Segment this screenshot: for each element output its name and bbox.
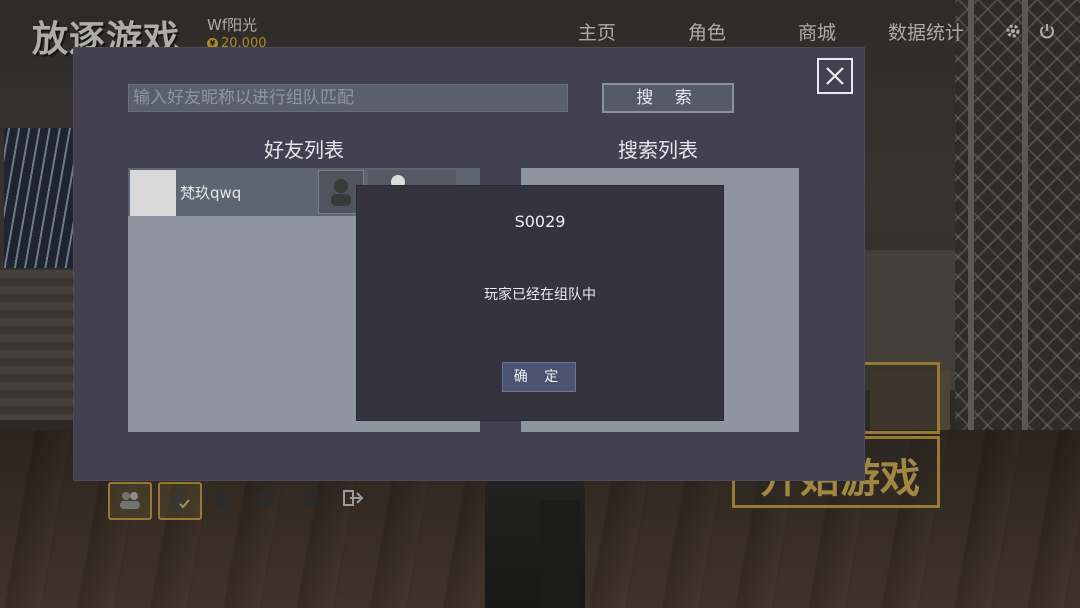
- friend-list-title: 好友列表: [264, 138, 344, 162]
- dialog-message: 玩家已经在组队中: [484, 287, 596, 303]
- search-list-title: 搜索列表: [618, 138, 698, 162]
- confirm-button[interactable]: 确 定: [502, 362, 576, 392]
- search-button[interactable]: 搜 索: [602, 83, 734, 113]
- friend-name: 梵玖qwq: [180, 184, 242, 202]
- alert-dialog: S0029 玩家已经在组队中 确 定: [357, 186, 723, 420]
- avatar: [130, 170, 176, 216]
- friend-search-input[interactable]: 输入好友昵称以进行组队匹配: [128, 84, 568, 112]
- close-icon: [826, 67, 844, 85]
- close-button[interactable]: [817, 58, 853, 94]
- dialog-code: S0029: [514, 212, 566, 231]
